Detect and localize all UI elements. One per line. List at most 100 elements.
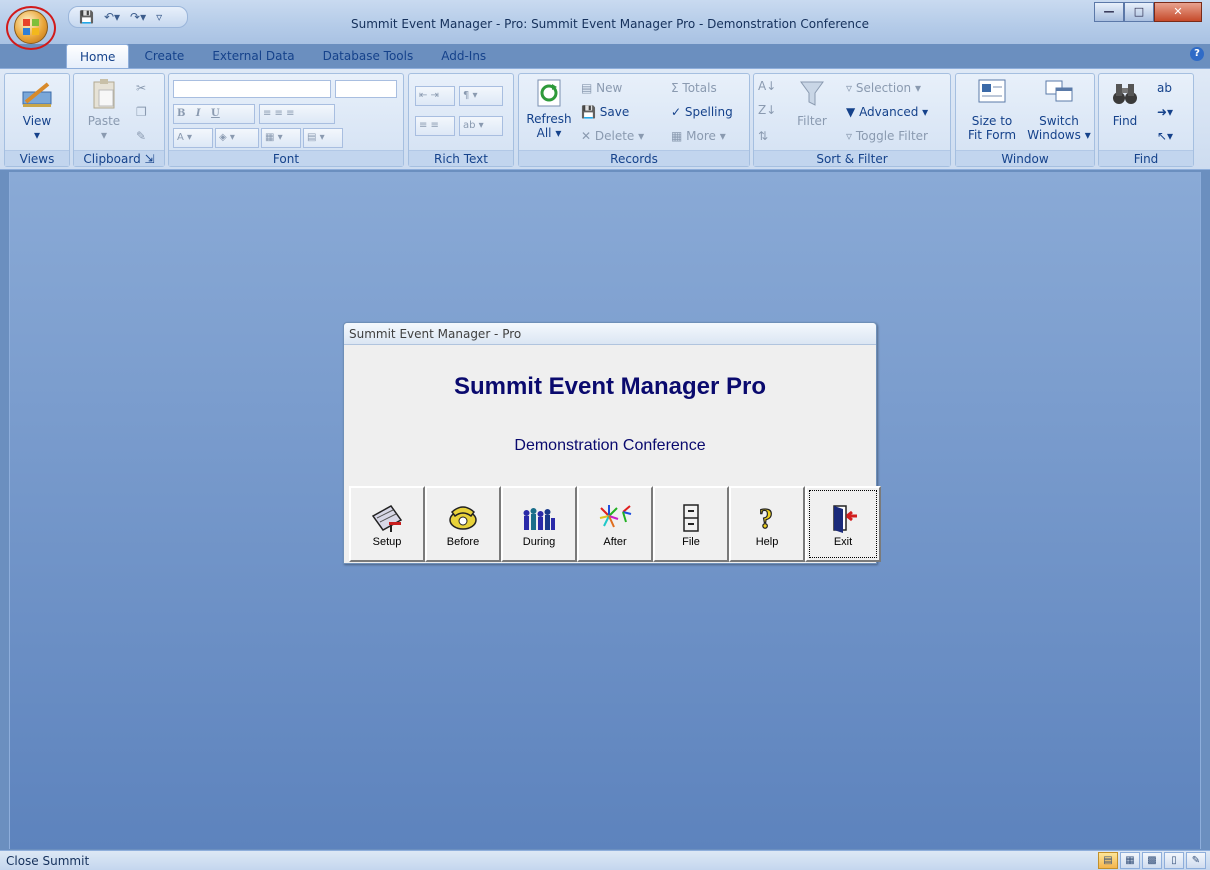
sort-ascending-icon[interactable]: A↓: [758, 78, 776, 94]
refresh-all-button[interactable]: Refresh All ▾: [523, 78, 575, 140]
tab-create[interactable]: Create: [131, 44, 197, 68]
status-bar: Close Summit ▤ ▦ ▩ ▯ ✎: [0, 850, 1210, 870]
dialog-launcher-icon[interactable]: ⇲: [145, 152, 155, 166]
advanced-button[interactable]: ▼ Advanced ▾: [846, 104, 928, 120]
paste-button[interactable]: Paste ▾: [82, 78, 126, 142]
title-bar: 💾 ↶▾ ↷▾ ▿ Summit Event Manager - Pro: Su…: [0, 0, 1210, 50]
gridlines-button[interactable]: ▦ ▾: [261, 128, 301, 148]
font-size-field[interactable]: [335, 80, 397, 98]
group-views: View ▾ Views: [4, 73, 70, 167]
group-clipboard: Paste ▾ ✂ ❐ ✎ Clipboard ⇲: [73, 73, 165, 167]
highlight-button[interactable]: ab ▾: [459, 116, 503, 136]
exit-button[interactable]: Exit: [805, 486, 881, 562]
pivot-chart-view-icon[interactable]: ▯: [1164, 852, 1184, 869]
tab-external-data[interactable]: External Data: [199, 44, 307, 68]
underline-button[interactable]: U: [211, 108, 220, 119]
view-icon: [22, 82, 52, 107]
group-rich-text-label: Rich Text: [409, 150, 513, 166]
italic-button[interactable]: I: [196, 108, 201, 119]
dialog-title: Summit Event Manager - Pro: [344, 323, 876, 345]
during-label: During: [522, 536, 556, 548]
during-button[interactable]: During: [501, 486, 577, 562]
clipboard-label: Clipboard: [83, 152, 141, 166]
more-button[interactable]: ▦ More ▾: [671, 128, 726, 144]
group-clipboard-label: Clipboard ⇲: [74, 150, 164, 166]
view-button[interactable]: View ▾: [11, 78, 63, 142]
more-dropdown-icon: ▾: [719, 129, 726, 143]
filter-button[interactable]: Filter: [788, 78, 836, 128]
tab-home[interactable]: Home: [66, 44, 130, 68]
save-record-button[interactable]: 💾 Save: [581, 104, 629, 120]
delete-record-label: Delete: [594, 129, 635, 143]
bold-button[interactable]: B: [177, 108, 185, 119]
go-to-icon[interactable]: ➜▾: [1157, 104, 1173, 120]
close-icon[interactable]: ✕: [1154, 2, 1202, 22]
switch-windows-line1: Switch: [1039, 114, 1079, 128]
more-label: More: [686, 129, 716, 143]
question-icon: ?: [758, 503, 773, 534]
spelling-button[interactable]: ✓ Spelling: [671, 104, 733, 120]
exit-label: Exit: [833, 536, 853, 548]
pivot-table-view-icon[interactable]: ▩: [1142, 852, 1162, 869]
switch-windows-button[interactable]: Switch Windows ▾: [1024, 78, 1094, 142]
group-find-label: Find: [1099, 150, 1193, 166]
datasheet-view-icon[interactable]: ▦: [1120, 852, 1140, 869]
clear-sort-icon[interactable]: ⇅: [758, 128, 768, 144]
format-painter-icon[interactable]: ✎: [136, 128, 146, 144]
after-label: After: [603, 536, 627, 548]
size-to-fit-form-button[interactable]: Size to Fit Form: [960, 78, 1024, 142]
toggle-filter-button[interactable]: ▿ Toggle Filter: [846, 128, 928, 144]
setup-button[interactable]: Setup: [349, 486, 425, 562]
maximize-icon[interactable]: □: [1124, 2, 1154, 22]
font-color-button[interactable]: A ▾: [173, 128, 213, 148]
save-record-label: Save: [599, 105, 630, 119]
advanced-label: Advanced: [859, 105, 919, 119]
minimize-icon[interactable]: —: [1094, 2, 1124, 22]
more-icon: ▦: [671, 129, 683, 143]
save-record-icon: 💾: [581, 105, 596, 119]
crowd-icon: [523, 508, 555, 530]
file-button[interactable]: File: [653, 486, 729, 562]
size-to-fit-line2: Fit Form: [967, 128, 1017, 142]
tab-database-tools[interactable]: Database Tools: [310, 44, 427, 68]
sort-descending-icon[interactable]: Z↓: [758, 102, 776, 118]
indent-buttons[interactable]: ⇤ ⇥: [415, 86, 455, 106]
exit-door-icon: [833, 505, 857, 533]
alt-fill-button[interactable]: ▤ ▾: [303, 128, 343, 148]
delete-record-button[interactable]: ✕ Delete ▾: [581, 128, 644, 144]
help-label: Help: [755, 536, 779, 548]
select-icon[interactable]: ↖▾: [1157, 128, 1173, 144]
font-name-field[interactable]: [173, 80, 331, 98]
dialog-subheading: Demonstration Conference: [514, 437, 706, 454]
selection-icon: ▿: [846, 81, 853, 95]
refresh-icon: [537, 79, 561, 107]
paragraph-button[interactable]: ¶ ▾: [459, 86, 503, 106]
cut-icon[interactable]: ✂: [136, 80, 146, 96]
help-icon[interactable]: ?: [1190, 47, 1204, 61]
find-button[interactable]: Find: [1103, 78, 1147, 128]
selection-button[interactable]: ▿ Selection ▾: [846, 80, 921, 96]
form-view-icon[interactable]: ▤: [1098, 852, 1118, 869]
window-title: Summit Event Manager - Pro: Summit Event…: [350, 17, 870, 31]
switch-windows-dropdown-icon: ▾: [1084, 128, 1091, 142]
size-to-fit-icon: [978, 79, 1006, 103]
copy-icon[interactable]: ❐: [136, 104, 147, 120]
tab-add-ins[interactable]: Add-Ins: [428, 44, 499, 68]
new-record-button[interactable]: ▤ New: [581, 80, 622, 96]
new-record-icon: ▤: [581, 81, 593, 95]
dialog-heading: Summit Event Manager Pro: [453, 373, 767, 400]
switchboard-buttons: Setup Before During After File ? Help Ex…: [349, 486, 881, 562]
align-buttons[interactable]: ≡ ≡ ≡: [259, 104, 335, 124]
delete-record-icon: ✕: [581, 129, 592, 143]
fill-color-button[interactable]: ◈ ▾: [215, 128, 259, 148]
design-view-icon[interactable]: ✎: [1186, 852, 1206, 869]
totals-button[interactable]: Σ Totals: [671, 80, 717, 96]
group-font-label: Font: [169, 150, 403, 166]
replace-icon[interactable]: ab: [1157, 80, 1172, 96]
before-button[interactable]: Before: [425, 486, 501, 562]
help-button[interactable]: ? Help: [729, 486, 805, 562]
after-button[interactable]: After: [577, 486, 653, 562]
selection-label: Selection: [855, 81, 912, 95]
group-rich-text: ⇤ ⇥ ¶ ▾ ≡ ≡ ab ▾ Rich Text: [408, 73, 514, 167]
list-buttons[interactable]: ≡ ≡: [415, 116, 455, 136]
